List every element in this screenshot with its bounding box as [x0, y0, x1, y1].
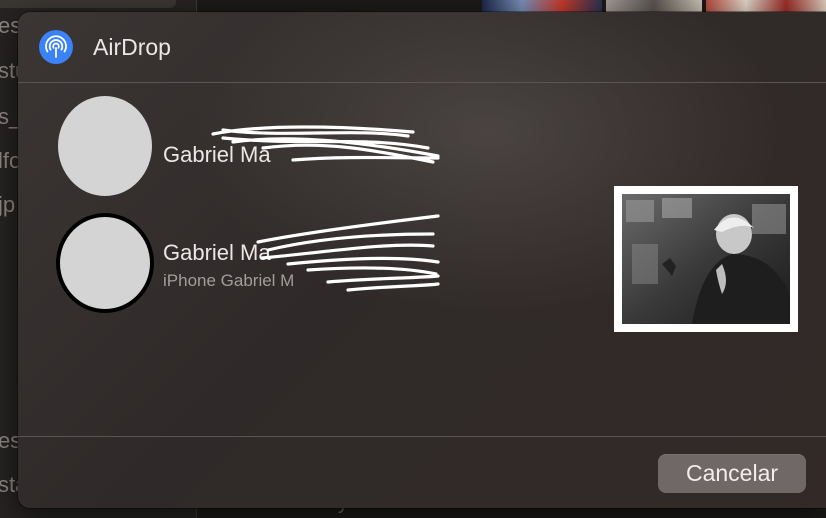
- redaction-scribble: [211, 125, 440, 164]
- sheet-title: AirDrop: [93, 34, 171, 60]
- photo-image: [622, 194, 790, 324]
- avatar[interactable]: [58, 96, 152, 196]
- header-divider: [18, 82, 826, 83]
- background-file-label: jp: [0, 192, 16, 217]
- airdrop-sheet: AirDrop Gabriel Ma Gabriel Ma iPhone Gab…: [18, 12, 826, 508]
- redaction-scribble: [256, 214, 440, 292]
- airdrop-icon: [39, 30, 73, 64]
- avatar-selected[interactable]: [56, 213, 154, 313]
- cancel-button[interactable]: Cancelar: [658, 454, 806, 493]
- footer-divider: [18, 436, 826, 437]
- photo-thumbnail: [614, 186, 798, 332]
